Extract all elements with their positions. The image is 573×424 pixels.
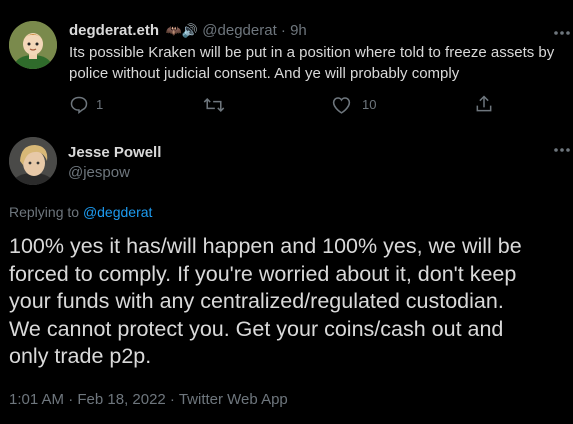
- parent-header: degderat.eth 🦇🔊 @degderat · 9h: [69, 22, 307, 40]
- main-text-line: We cannot protect you. Get your coins/ca…: [9, 316, 504, 341]
- main-text-line: forced to comply. If you're worried abou…: [9, 261, 517, 286]
- name-emojis: 🦇🔊: [165, 23, 198, 38]
- replying-to: Replying to @degderat: [9, 204, 152, 220]
- avatar-degderat[interactable]: [9, 21, 57, 69]
- separator: ·: [276, 22, 291, 39]
- parent-handle[interactable]: @degderat: [202, 22, 276, 39]
- share-icon[interactable]: [474, 94, 494, 114]
- replying-prefix: Replying to: [9, 204, 83, 220]
- parent-display-name[interactable]: degderat.eth: [69, 22, 159, 39]
- avatar-jesse-powell[interactable]: [9, 137, 57, 185]
- main-display-name[interactable]: Jesse Powell: [68, 144, 161, 161]
- more-icon[interactable]: [553, 30, 571, 36]
- main-text-line: 100% yes it has/will happen and 100% yes…: [9, 234, 522, 258]
- replying-handle-link[interactable]: @degderat: [83, 204, 152, 220]
- retweet-icon[interactable]: [203, 95, 225, 115]
- parent-tweet-text: Its possible Kraken will be put in a pos…: [69, 42, 569, 84]
- reply-icon[interactable]: [69, 95, 89, 115]
- parent-text-line: Its possible Kraken will be put in a pos…: [69, 44, 555, 61]
- like-count: 10: [362, 97, 377, 112]
- avatar-image: [9, 137, 57, 185]
- main-text-line: your funds with any centralized/regulate…: [9, 289, 504, 313]
- parent-text-line: police without judicial consent. And ye …: [69, 65, 460, 82]
- avatar-image: [9, 21, 57, 69]
- reply-count: 1: [96, 97, 104, 112]
- main-text-line: only trade p2p.: [9, 344, 152, 368]
- parent-time[interactable]: 9h: [290, 22, 307, 39]
- more-icon[interactable]: [553, 147, 571, 153]
- main-handle[interactable]: @jespow: [68, 164, 130, 181]
- main-tweet-text: 100% yes it has/will happen and 100% yes…: [9, 233, 569, 371]
- tweet-timestamp[interactable]: 1:01 AM · Feb 18, 2022 · Twitter Web App: [9, 391, 288, 408]
- like-icon[interactable]: [331, 95, 352, 115]
